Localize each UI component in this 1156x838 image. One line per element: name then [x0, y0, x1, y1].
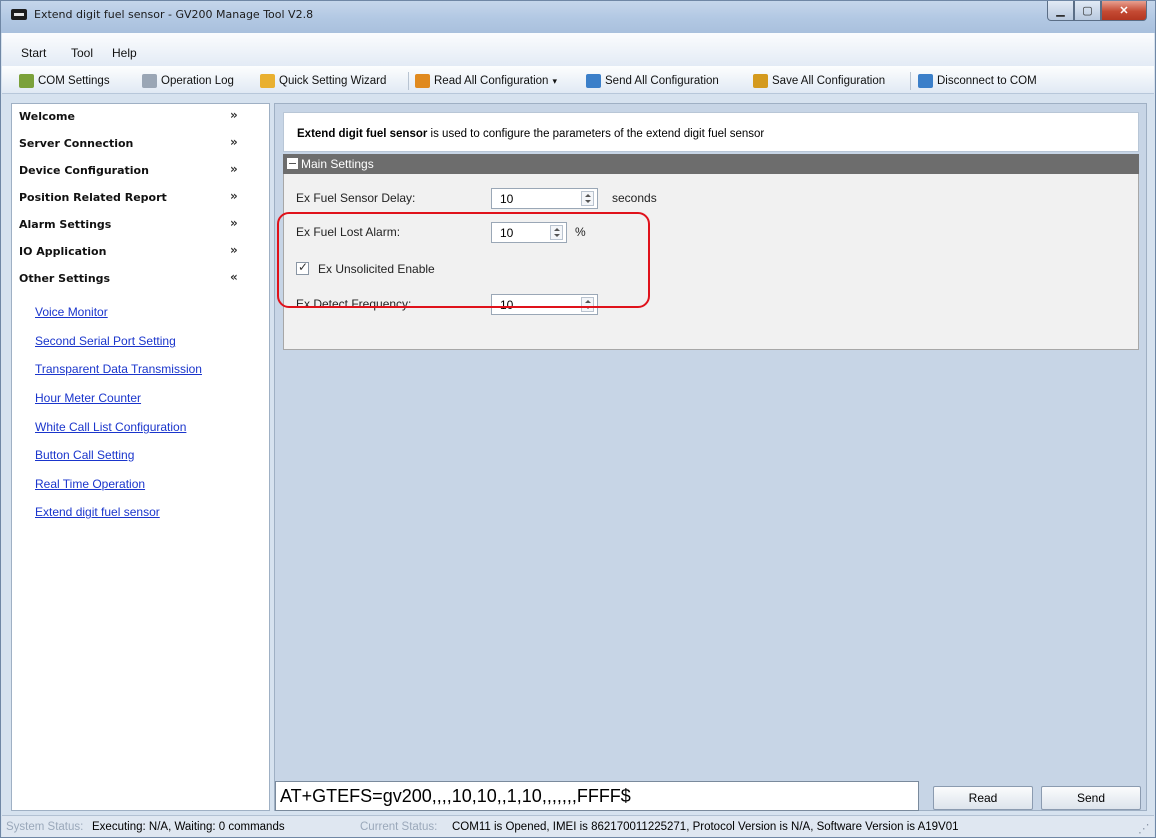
- current-status-label: Current Status:: [360, 821, 438, 833]
- com-settings-label: COM Settings: [38, 75, 110, 87]
- sidebar-section-label: IO Application: [19, 245, 107, 258]
- description-box: Extend digit fuel sensor is used to conf…: [283, 112, 1139, 152]
- sidebar-section-alarm-settings[interactable]: Alarm Settings »: [12, 212, 269, 239]
- com-settings-button[interactable]: COM Settings: [19, 73, 110, 89]
- close-button[interactable]: ✕: [1101, 1, 1147, 21]
- current-status-value: COM11 is Opened, IMEI is 862170011225271…: [452, 821, 959, 833]
- send-all-configuration-label: Send All Configuration: [605, 75, 719, 87]
- operation-log-button[interactable]: Operation Log: [142, 73, 234, 89]
- read-all-configuration-button[interactable]: Read All Configuration ▾: [415, 73, 557, 89]
- sidebar-section-position-related-report[interactable]: Position Related Report »: [12, 185, 269, 212]
- save-all-configuration-button[interactable]: Save All Configuration: [753, 73, 885, 89]
- system-status-label: System Status:: [6, 821, 84, 833]
- main-settings-title: Main Settings: [301, 157, 374, 171]
- dropdown-arrow-icon[interactable]: ▾: [552, 76, 557, 87]
- disconnect-to-com-button[interactable]: Disconnect to COM: [918, 73, 1037, 89]
- sidebar-section-label: Server Connection: [19, 137, 134, 150]
- sidebar-link-hour-meter-counter[interactable]: Hour Meter Counter: [35, 391, 141, 405]
- system-status-value: Executing: N/A, Waiting: 0 commands: [92, 821, 285, 833]
- title-bar: Extend digit fuel sensor - GV200 Manage …: [1, 1, 1155, 33]
- disconnect-to-com-label: Disconnect to COM: [937, 75, 1037, 87]
- chevron-down-icon[interactable]: »: [230, 108, 238, 122]
- toolbar: COM Settings Operation Log Quick Setting…: [2, 66, 1154, 94]
- chevron-down-icon[interactable]: »: [230, 189, 238, 203]
- save-icon: [753, 74, 768, 88]
- collapse-icon[interactable]: [287, 158, 298, 169]
- app-window: Extend digit fuel sensor - GV200 Manage …: [0, 0, 1156, 838]
- wizard-icon: [260, 74, 275, 88]
- operation-log-label: Operation Log: [161, 75, 234, 87]
- sidebar-section-label: Position Related Report: [19, 191, 167, 204]
- sidebar-link-button-call-setting[interactable]: Button Call Setting: [35, 448, 134, 462]
- sidebar-section-server-connection[interactable]: Server Connection »: [12, 131, 269, 158]
- disconnect-icon: [918, 74, 933, 88]
- sidebar-section-label: Welcome: [19, 110, 75, 123]
- minimize-button[interactable]: ▁: [1047, 1, 1074, 21]
- sidebar-section-other-settings[interactable]: Other Settings «: [12, 266, 269, 293]
- command-text: AT+GTEFS=gv200,,,,10,10,,1,10,,,,,,,FFFF…: [280, 786, 631, 806]
- menu-bar: Start Tool Help: [2, 33, 1154, 66]
- toolbar-separator: [910, 72, 911, 90]
- menu-start[interactable]: Start: [21, 46, 46, 60]
- resize-grip-icon[interactable]: ⋰: [1138, 821, 1150, 835]
- window-controls: ▁ ▢ ✕: [1047, 1, 1147, 22]
- quick-setting-wizard-button[interactable]: Quick Setting Wizard: [260, 73, 386, 89]
- sidebar-link-real-time-operation[interactable]: Real Time Operation: [35, 477, 145, 491]
- chevron-down-icon[interactable]: »: [230, 216, 238, 230]
- menu-tool[interactable]: Tool: [71, 46, 93, 60]
- maximize-button[interactable]: ▢: [1074, 1, 1101, 21]
- log-icon: [142, 74, 157, 88]
- sidebar-link-white-call-list-configuration[interactable]: White Call List Configuration: [35, 420, 186, 434]
- window-title: Extend digit fuel sensor - GV200 Manage …: [34, 8, 314, 21]
- app-icon: [11, 9, 27, 20]
- description-title: Extend digit fuel sensor: [297, 128, 428, 140]
- read-icon: [415, 74, 430, 88]
- description-rest: is used to configure the parameters of t…: [427, 128, 765, 140]
- highlight-annotation: [277, 212, 650, 308]
- spinner-arrows-icon[interactable]: [581, 191, 594, 206]
- send-icon: [586, 74, 601, 88]
- menu-help[interactable]: Help: [112, 46, 137, 60]
- main-settings-header[interactable]: Main Settings: [283, 154, 1139, 174]
- sidebar-section-label: Device Configuration: [19, 164, 149, 177]
- sidebar-link-transparent-data-transmission[interactable]: Transparent Data Transmission: [35, 362, 202, 376]
- sidebar-section-label: Alarm Settings: [19, 218, 112, 231]
- chevron-up-icon[interactable]: «: [230, 270, 238, 284]
- toolbar-separator: [408, 72, 409, 90]
- sidebar-link-voice-monitor[interactable]: Voice Monitor: [35, 305, 108, 319]
- main-panel: Extend digit fuel sensor is used to conf…: [274, 103, 1147, 811]
- quick-setting-wizard-label: Quick Setting Wizard: [279, 75, 387, 87]
- description-text: Extend digit fuel sensor is used to conf…: [297, 128, 764, 140]
- gear-icon: [19, 74, 34, 88]
- chevron-down-icon[interactable]: »: [230, 243, 238, 257]
- read-all-configuration-label: Read All Configuration: [434, 75, 549, 87]
- fuel-sensor-delay-unit: seconds: [612, 191, 657, 205]
- chevron-down-icon[interactable]: »: [230, 162, 238, 176]
- send-button[interactable]: Send: [1041, 786, 1141, 810]
- read-button[interactable]: Read: [933, 786, 1033, 810]
- send-all-configuration-button[interactable]: Send All Configuration: [586, 73, 719, 89]
- fuel-sensor-delay-spinner[interactable]: 10: [491, 188, 598, 209]
- sidebar-link-second-serial-port-setting[interactable]: Second Serial Port Setting: [35, 334, 176, 348]
- sidebar: Welcome » Server Connection » Device Con…: [11, 103, 270, 811]
- status-bar: System Status: Executing: N/A, Waiting: …: [2, 815, 1154, 837]
- fuel-sensor-delay-value: 10: [500, 192, 514, 206]
- chevron-down-icon[interactable]: »: [230, 135, 238, 149]
- sidebar-link-extend-digit-fuel-sensor[interactable]: Extend digit fuel sensor: [35, 505, 160, 519]
- main-settings-body: Ex Fuel Sensor Delay: 10 seconds Ex Fuel…: [277, 174, 1139, 350]
- fuel-sensor-delay-label: Ex Fuel Sensor Delay:: [296, 191, 416, 205]
- command-input[interactable]: AT+GTEFS=gv200,,,,10,10,,1,10,,,,,,,FFFF…: [275, 781, 919, 811]
- sidebar-section-device-configuration[interactable]: Device Configuration »: [12, 158, 269, 185]
- sidebar-section-welcome[interactable]: Welcome »: [12, 104, 269, 131]
- save-all-configuration-label: Save All Configuration: [772, 75, 886, 87]
- sidebar-section-io-application[interactable]: IO Application »: [12, 239, 269, 266]
- sidebar-section-label: Other Settings: [19, 272, 111, 285]
